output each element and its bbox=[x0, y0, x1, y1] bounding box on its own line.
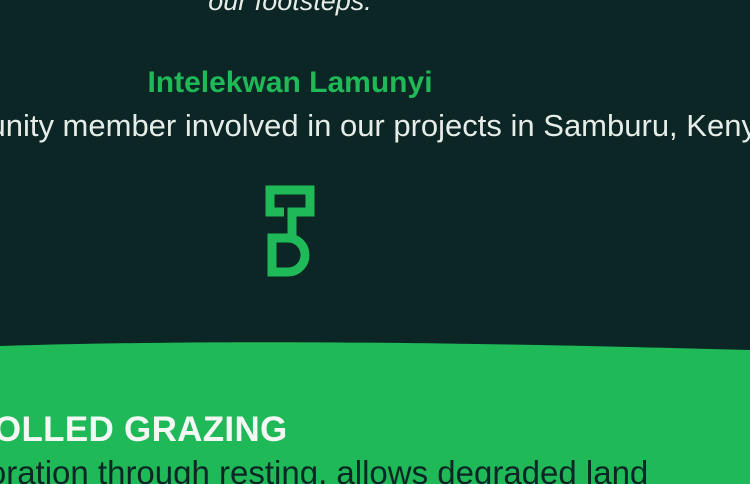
section-heading: CONTROLLED GRAZING bbox=[0, 410, 288, 449]
testimonial-author-role: Community member involved in our project… bbox=[0, 108, 750, 143]
spade-logo-icon bbox=[265, 185, 315, 277]
testimonial-quote: our footsteps. bbox=[208, 0, 372, 16]
testimonial-section: our footsteps. Intelekwan Lamunyi Commun… bbox=[0, 0, 750, 350]
section-body-text: Restoration through resting, allows degr… bbox=[0, 454, 649, 484]
testimonial-author-name: Intelekwan Lamunyi bbox=[147, 66, 433, 99]
controlled-grazing-section: CONTROLLED GRAZING Restoration through r… bbox=[0, 340, 750, 484]
